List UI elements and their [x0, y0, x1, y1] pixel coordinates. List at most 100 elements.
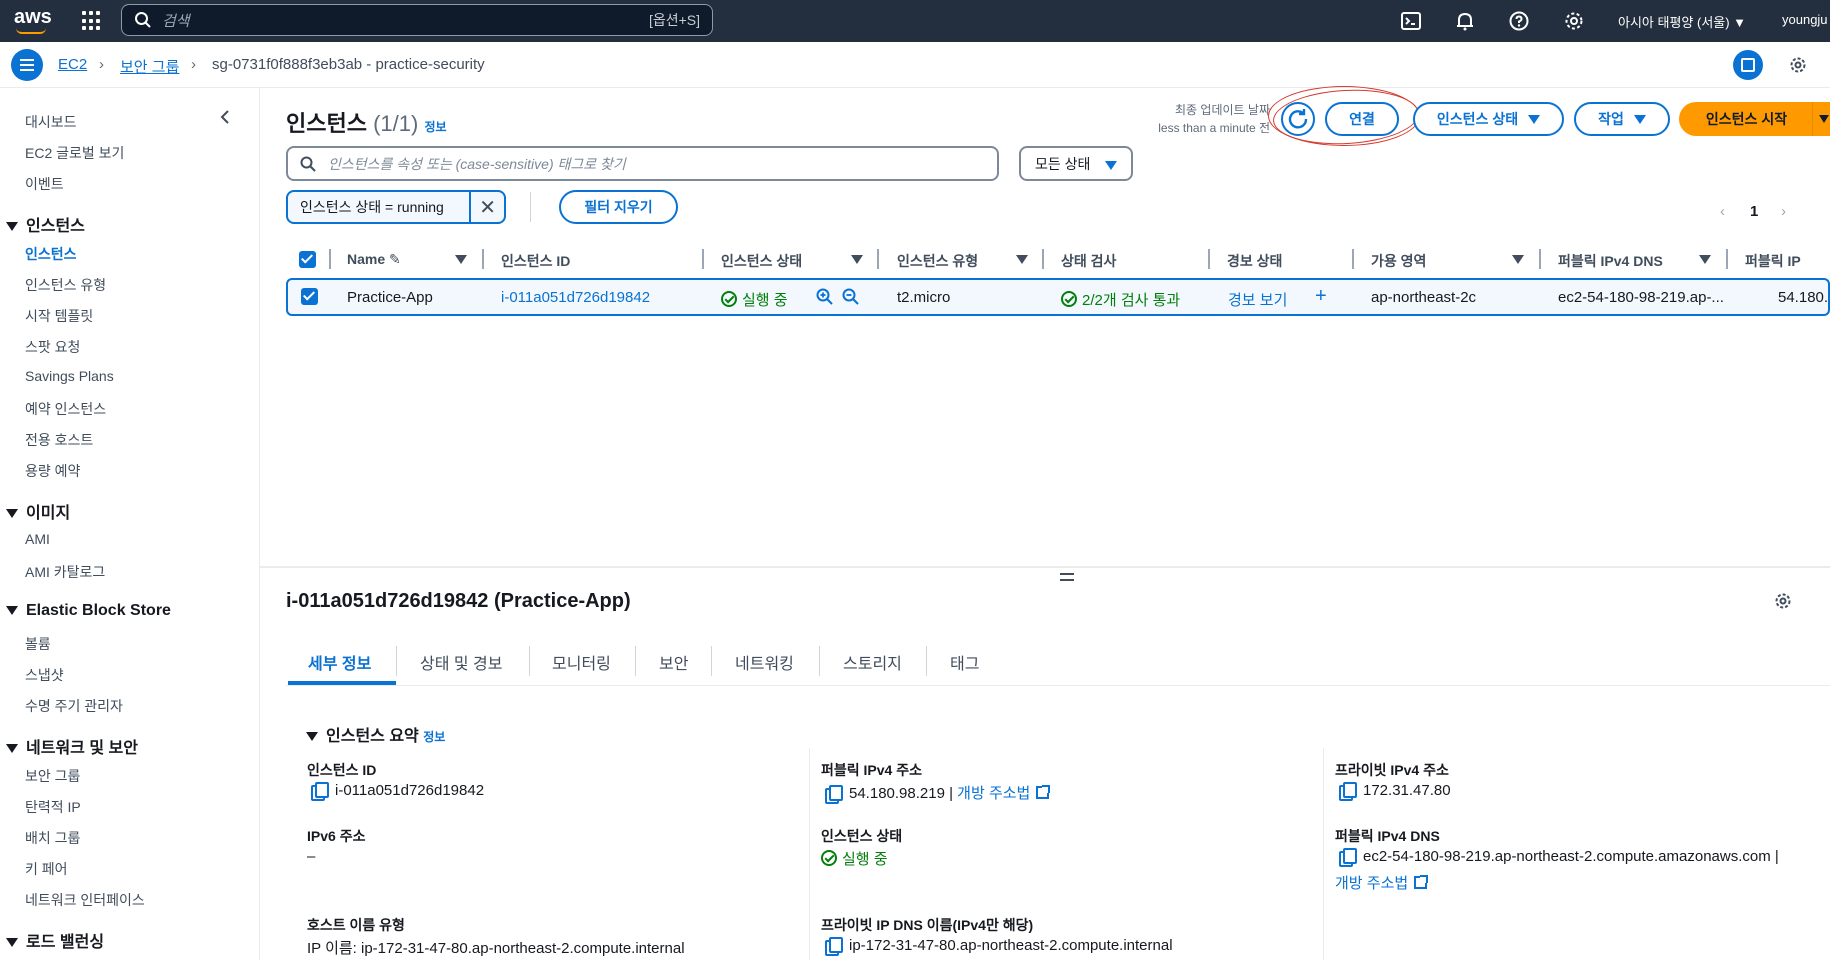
- tab-status-alarms[interactable]: 상태 및 경보: [420, 650, 503, 674]
- sidebar-section-network-security[interactable]: 네트워크 및 보안: [6, 734, 138, 758]
- table-row[interactable]: Practice-App i-011a051d726d19842 실행 중 t2…: [286, 278, 1830, 316]
- cloudshell-icon[interactable]: [1400, 10, 1422, 32]
- public-dns-open-address: 개방 주소법: [1335, 872, 1429, 893]
- sidebar-item-instances[interactable]: 인스턴스: [25, 244, 77, 264]
- sidebar-item-network-interfaces[interactable]: 네트워크 인터페이스: [25, 890, 145, 910]
- sidebar-item-placement-groups[interactable]: 배치 그룹: [25, 828, 80, 848]
- sidebar-item-capacity-reservations[interactable]: 용량 예약: [25, 461, 80, 481]
- breadcrumb-ec2[interactable]: EC2: [58, 56, 87, 73]
- column-header-public-ip[interactable]: 퍼블릭 IP: [1745, 251, 1801, 271]
- tab-monitoring[interactable]: 모니터링: [552, 650, 611, 674]
- collapse-sidebar-icon[interactable]: [218, 110, 232, 124]
- column-header-public-dns[interactable]: 퍼블릭 IPv4 DNS: [1558, 251, 1663, 271]
- settings-gear-icon[interactable]: [1774, 592, 1792, 610]
- divider: [530, 192, 531, 222]
- sort-icon[interactable]: [851, 255, 863, 264]
- launch-dropdown-button[interactable]: [1812, 102, 1830, 136]
- actions-button[interactable]: 작업: [1574, 102, 1670, 136]
- open-address-link[interactable]: 개방 주소법: [957, 785, 1030, 802]
- column-header-instance-state[interactable]: 인스턴스 상태: [721, 251, 802, 271]
- sidebar-item-security-groups[interactable]: 보안 그룹: [25, 766, 80, 786]
- sidebar-item-key-pairs[interactable]: 키 페어: [25, 859, 68, 879]
- sort-icon[interactable]: [1699, 255, 1711, 264]
- zoom-in-icon[interactable]: [816, 288, 833, 305]
- instance-count: (1/1): [373, 111, 419, 136]
- clear-filters-button[interactable]: 필터 지우기: [559, 190, 678, 224]
- sidebar-item-dedicated-hosts[interactable]: 전용 호스트: [25, 430, 93, 450]
- help-icon[interactable]: [1508, 10, 1530, 32]
- split-panel-icon[interactable]: [1733, 50, 1763, 80]
- sidebar-item-launch-templates[interactable]: 시작 템플릿: [25, 306, 93, 326]
- sidebar-item-lifecycle-manager[interactable]: 수명 주기 관리자: [25, 696, 123, 716]
- tab-security[interactable]: 보안: [659, 650, 688, 674]
- services-grid-icon[interactable]: [82, 11, 102, 31]
- preferences-icon[interactable]: [1789, 56, 1807, 74]
- previous-page-icon[interactable]: ‹: [1720, 203, 1725, 220]
- sidebar-section-load-balancing[interactable]: 로드 밸런싱: [6, 928, 104, 952]
- sidebar-section-images[interactable]: 이미지: [6, 499, 70, 523]
- tab-separator: [396, 646, 397, 676]
- instance-summary-heading[interactable]: 인스턴스 요약 정보: [306, 722, 445, 746]
- column-header-instance-id[interactable]: 인스턴스 ID: [501, 251, 570, 271]
- cell-view-alarms-link[interactable]: 경보 보기: [1228, 289, 1287, 310]
- zoom-out-icon[interactable]: [842, 288, 859, 305]
- copy-icon[interactable]: [1339, 782, 1357, 801]
- breadcrumb-security-groups[interactable]: 보안 그룹: [120, 56, 179, 77]
- copy-icon[interactable]: [825, 937, 843, 956]
- tab-networking[interactable]: 네트워킹: [735, 650, 794, 674]
- column-header-availability-zone[interactable]: 가용 영역: [1371, 251, 1426, 271]
- tab-storage[interactable]: 스토리지: [843, 650, 902, 674]
- remove-filter-close-icon[interactable]: ✕: [471, 195, 504, 220]
- sort-icon[interactable]: [455, 255, 467, 264]
- sort-icon[interactable]: [1016, 255, 1028, 264]
- sidebar-item-spot-requests[interactable]: 스팟 요청: [25, 337, 80, 357]
- sidebar-item-elastic-ip[interactable]: 탄력적 IP: [25, 797, 81, 817]
- next-page-icon[interactable]: ›: [1781, 203, 1786, 220]
- copy-icon[interactable]: [311, 782, 329, 801]
- sidebar-item-dashboard[interactable]: 대시보드: [25, 112, 77, 132]
- sidebar-item-reserved-instances[interactable]: 예약 인스턴스: [25, 399, 106, 419]
- state-filter-select[interactable]: 모든 상태: [1019, 146, 1133, 181]
- info-link[interactable]: 정보: [423, 730, 445, 744]
- copy-icon[interactable]: [825, 785, 843, 804]
- column-header-name[interactable]: Name ✎: [347, 251, 401, 268]
- sort-icon[interactable]: [1512, 255, 1524, 264]
- sidebar-item-events[interactable]: 이벤트: [25, 174, 64, 194]
- add-alarm-plus-icon[interactable]: +: [1315, 285, 1327, 308]
- page-number[interactable]: 1: [1750, 203, 1758, 220]
- sidebar-item-savings-plans[interactable]: Savings Plans: [25, 368, 114, 384]
- drag-handle-icon[interactable]: [1060, 573, 1074, 581]
- launch-instances-button[interactable]: 인스턴스 시작: [1679, 102, 1814, 136]
- sidebar-section-instances[interactable]: 인스턴스: [6, 212, 85, 236]
- notifications-bell-icon[interactable]: [1454, 10, 1476, 32]
- expand-triangle-icon: [6, 606, 18, 616]
- account-menu[interactable]: youngju: [1782, 12, 1828, 27]
- global-search-input[interactable]: 검색 [옵션+S]: [121, 4, 713, 36]
- info-link[interactable]: 정보: [424, 120, 446, 134]
- tab-tags[interactable]: 태그: [950, 650, 979, 674]
- sidebar-item-ami-catalog[interactable]: AMI 카탈로그: [25, 562, 105, 582]
- sidebar-item-snapshots[interactable]: 스냅샷: [25, 665, 64, 685]
- column-header-instance-type[interactable]: 인스턴스 유형: [897, 251, 978, 271]
- column-header-status-check[interactable]: 상태 검사: [1061, 251, 1116, 271]
- sidebar-item-global-view[interactable]: EC2 글로벌 보기: [25, 143, 124, 163]
- column-header-alarm-status[interactable]: 경보 상태: [1227, 251, 1282, 271]
- sidebar-item-instance-types[interactable]: 인스턴스 유형: [25, 275, 106, 295]
- row-checkbox[interactable]: [301, 288, 318, 305]
- side-nav-toggle-button[interactable]: [11, 49, 43, 81]
- aws-logo[interactable]: aws: [14, 6, 52, 34]
- column-separator: [1042, 249, 1044, 269]
- tab-details[interactable]: 세부 정보: [308, 650, 371, 674]
- hostname-type-value: IP 이름: ip-172-31-47-80.ap-northeast-2.co…: [307, 940, 685, 957]
- instance-search-input[interactable]: 인스턴스를 속성 또는 (case-sensitive) 태그로 찾기: [286, 146, 999, 181]
- sidebar-item-ami[interactable]: AMI: [25, 531, 50, 547]
- open-address-link[interactable]: 개방 주소법: [1335, 875, 1408, 892]
- sidebar-section-ebs[interactable]: Elastic Block Store: [6, 602, 171, 620]
- instance-state-button[interactable]: 인스턴스 상태: [1413, 102, 1564, 136]
- select-all-checkbox[interactable]: [299, 251, 316, 268]
- region-selector[interactable]: 아시아 태평양 (서울) ▼: [1618, 12, 1746, 31]
- copy-icon[interactable]: [1339, 848, 1357, 867]
- sidebar-item-volumes[interactable]: 볼륨: [25, 634, 51, 654]
- settings-gear-icon[interactable]: [1563, 10, 1585, 32]
- cell-instance-id-link[interactable]: i-011a051d726d19842: [501, 289, 650, 306]
